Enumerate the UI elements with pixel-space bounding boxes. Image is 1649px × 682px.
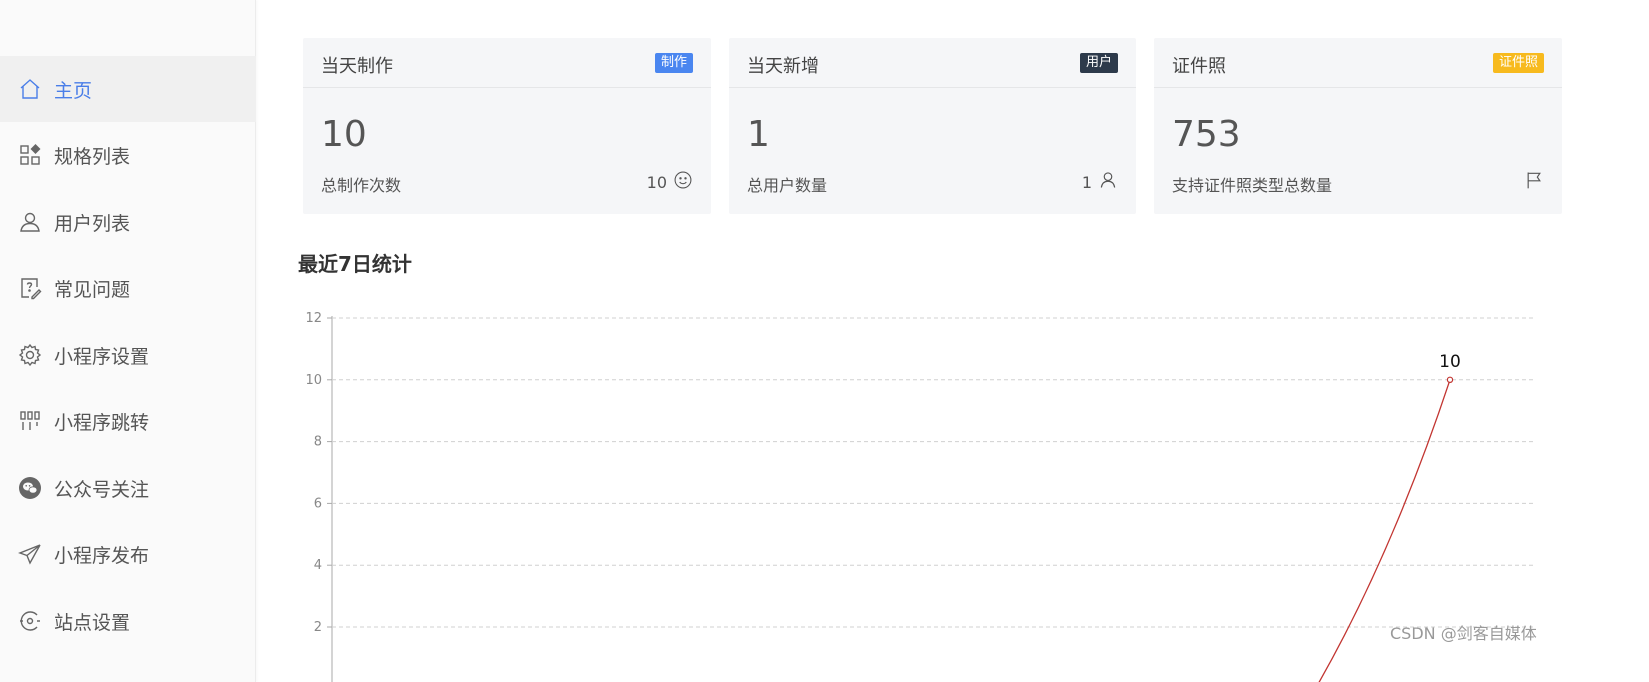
- sidebar: 主页 规格列表 用户列表 常见问题 小程序设置 小程序跳转 公众号关注 小程序发…: [0, 0, 256, 682]
- data-point: [1446, 376, 1454, 384]
- stat-card-users: 当天新增 用户 1 总用户数量 1: [729, 38, 1136, 214]
- smile-icon: [667, 170, 693, 194]
- watermark: CSDN @剑客自媒体: [1390, 624, 1537, 643]
- card-total: [1518, 170, 1544, 194]
- sidebar-item-users[interactable]: 用户列表: [0, 189, 256, 255]
- sidebar-item-label: 小程序跳转: [54, 411, 150, 434]
- sidebar-item-miniapp-jump[interactable]: 小程序跳转: [0, 388, 256, 454]
- card-subtitle: 总用户数量: [747, 176, 828, 195]
- bars-icon: [17, 409, 42, 434]
- sidebar-item-label: 公众号关注: [54, 478, 150, 501]
- card-title: 证件照: [1172, 56, 1226, 77]
- card-subtitle: 总制作次数: [321, 176, 402, 195]
- sidebar-item-miniapp-settings[interactable]: 小程序设置: [0, 322, 256, 388]
- sidebar-item-label: 站点设置: [54, 611, 131, 634]
- sidebar-item-label: 规格列表: [54, 145, 131, 168]
- sidebar-item-faq[interactable]: 常见问题: [0, 255, 256, 321]
- site-settings-icon: [17, 609, 42, 634]
- sidebar-item-label: 小程序设置: [54, 345, 150, 368]
- card-header: 当天制作 制作: [303, 38, 711, 88]
- wechat-icon: [17, 476, 42, 501]
- data-label: 10: [1439, 352, 1461, 372]
- y-tick-label: 10: [305, 373, 322, 388]
- home-icon: [17, 77, 42, 102]
- sidebar-item-miniapp-publish[interactable]: 小程序发布: [0, 521, 256, 587]
- question-edit-icon: [17, 276, 42, 301]
- y-tick-label: 8: [314, 435, 322, 450]
- y-tick-label: 12: [305, 311, 322, 326]
- card-total-value: 1: [1081, 172, 1092, 192]
- card-total: 1: [1082, 170, 1118, 194]
- sidebar-item-label: 用户列表: [54, 212, 131, 235]
- sidebar-item-label: 小程序发布: [54, 544, 150, 567]
- sidebar-item-label: 常见问题: [54, 278, 131, 301]
- sidebar-item-specs[interactable]: 规格列表: [0, 122, 256, 188]
- card-title: 当天制作: [321, 56, 393, 77]
- sidebar-item-label: 主页: [54, 79, 93, 102]
- card-total-value: 10: [646, 172, 667, 192]
- card-header: 证件照 证件照: [1154, 38, 1562, 88]
- section-title: 最近7日统计: [298, 252, 412, 276]
- send-icon: [17, 542, 42, 567]
- card-tag: 用户: [1079, 53, 1118, 73]
- stat-card-production: 当天制作 制作 10 总制作次数 10: [303, 38, 711, 214]
- card-value: 753: [1172, 114, 1241, 155]
- card-tag: 证件照: [1492, 53, 1544, 73]
- card-tag: 制作: [654, 53, 693, 73]
- widgets-icon: [17, 143, 42, 168]
- sidebar-item-site-settings[interactable]: 站点设置: [0, 588, 256, 654]
- card-subtitle: 支持证件照类型总数量: [1172, 176, 1333, 195]
- y-tick-label: 4: [314, 558, 322, 573]
- sidebar-item-home[interactable]: 主页: [0, 56, 256, 122]
- user-icon: [1092, 170, 1118, 194]
- card-title: 当天新增: [747, 56, 819, 77]
- card-header: 当天新增 用户: [729, 38, 1136, 88]
- card-total: 10: [647, 170, 693, 194]
- app-root: 主页 规格列表 用户列表 常见问题 小程序设置 小程序跳转 公众号关注 小程序发…: [0, 0, 1649, 682]
- stats-line-chart: 2 4 6 8 10 12 10: [305, 311, 1533, 682]
- gear-icon: [17, 343, 42, 368]
- card-value: 10: [321, 114, 367, 155]
- y-tick-label: 2: [314, 620, 322, 635]
- card-value: 1: [747, 114, 770, 155]
- stat-card-id-photo: 证件照 证件照 753 支持证件照类型总数量: [1154, 38, 1562, 214]
- sidebar-item-official-account[interactable]: 公众号关注: [0, 455, 256, 521]
- y-tick-label: 6: [314, 496, 322, 511]
- flag-icon: [1518, 170, 1544, 194]
- user-icon: [17, 210, 42, 235]
